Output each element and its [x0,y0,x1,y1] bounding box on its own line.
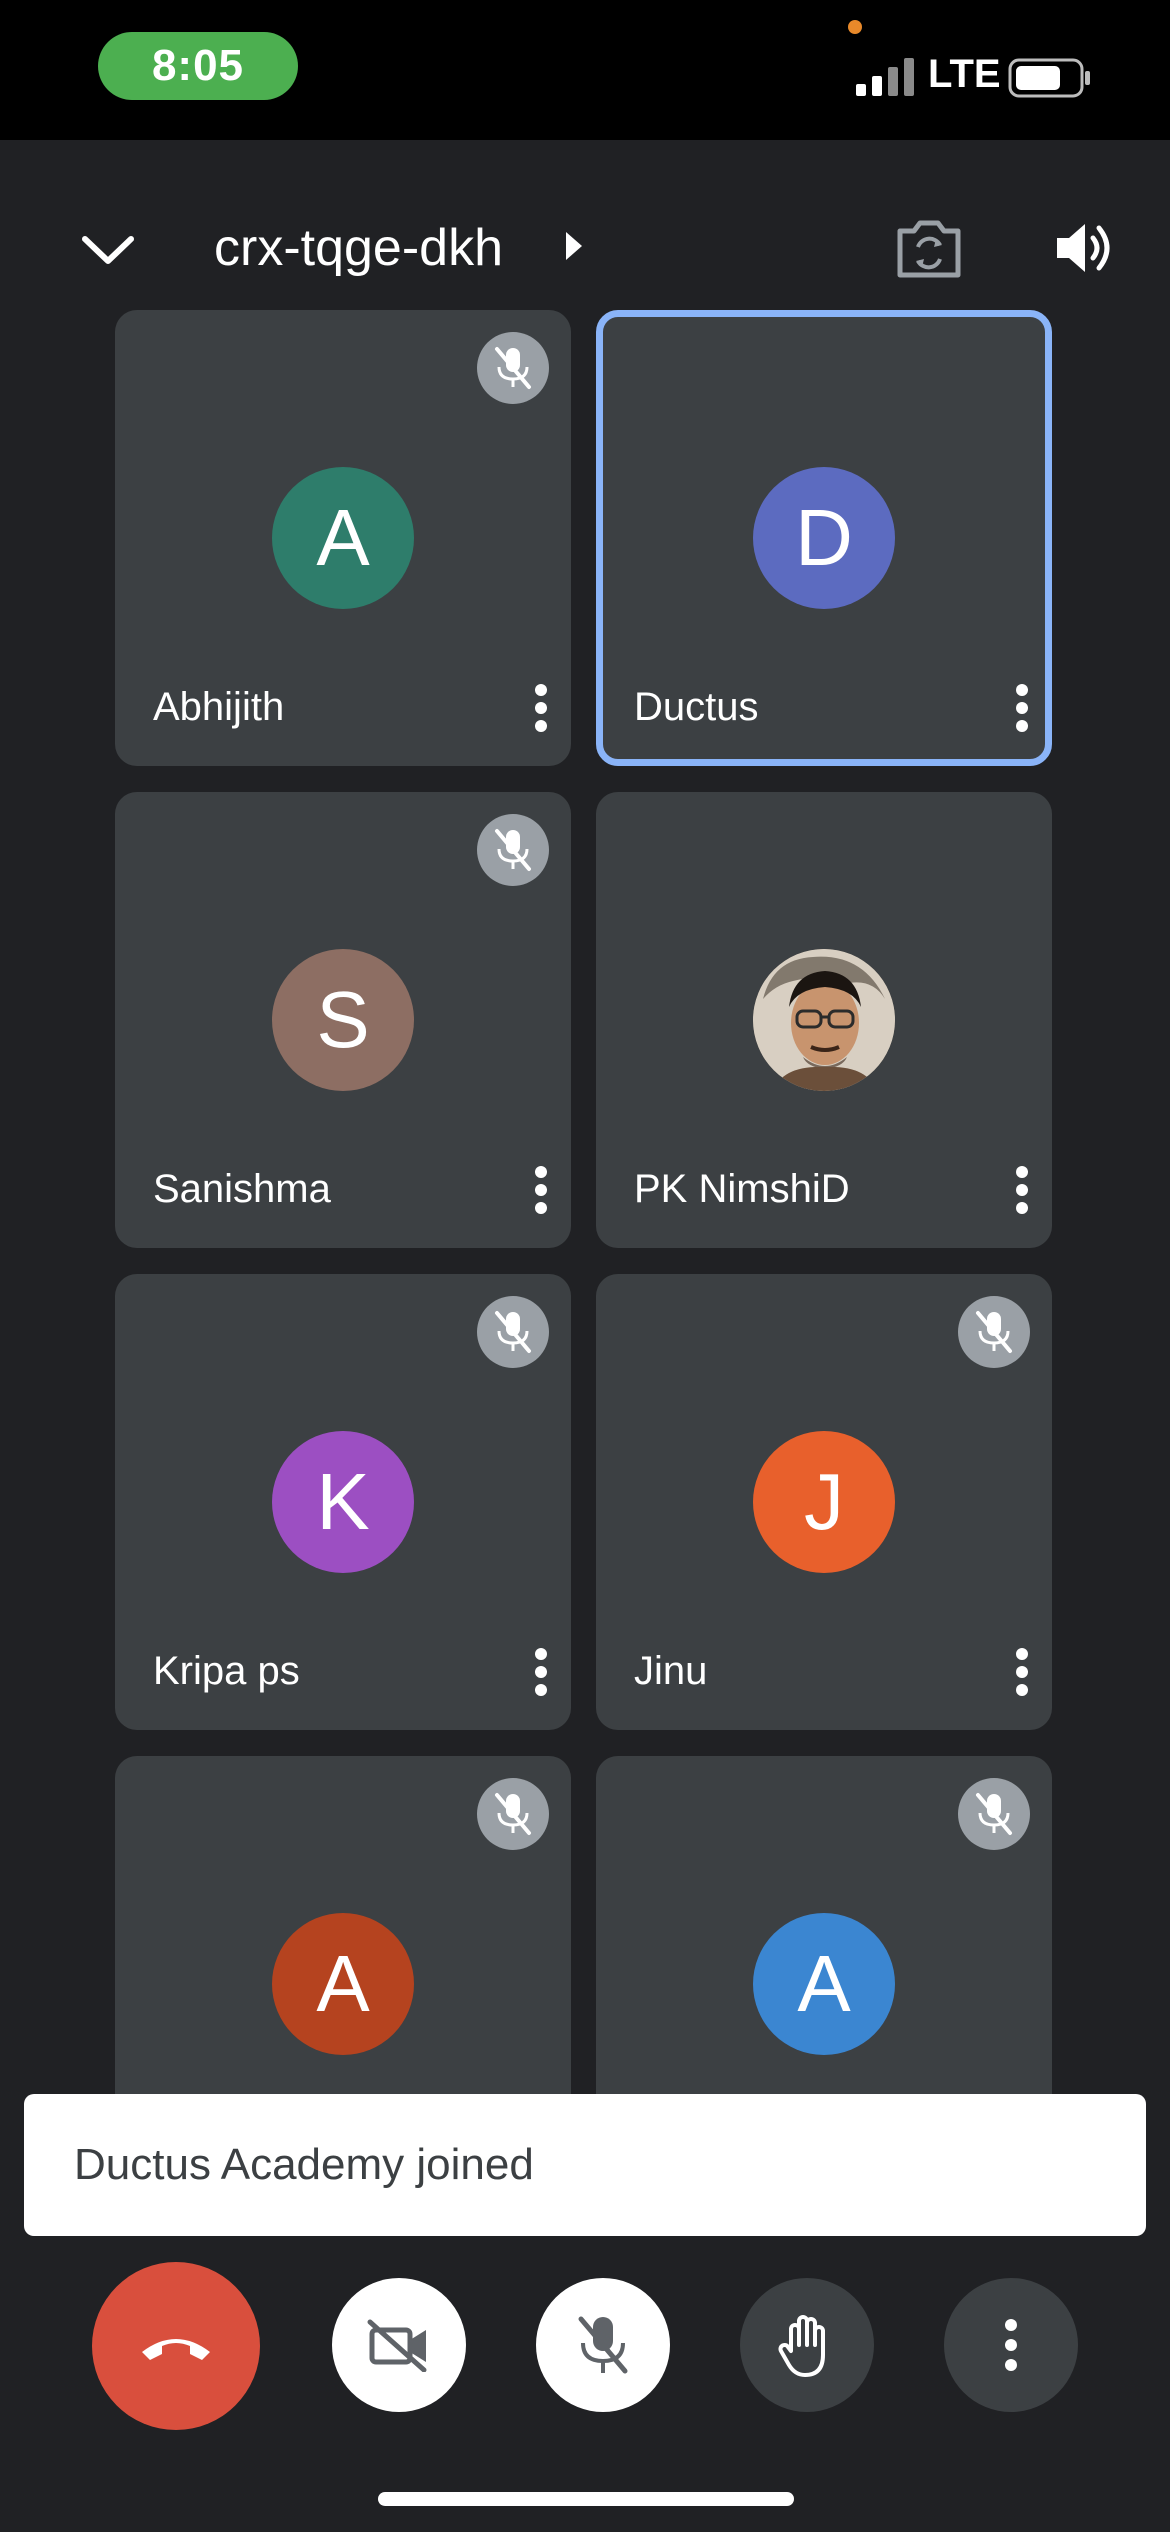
meeting-top-bar [0,140,1170,300]
chevron-down-icon [82,236,134,264]
muted-badge [958,1296,1030,1368]
participant-menu-button[interactable] [1012,680,1032,736]
participant-name: PK NimshiD [634,1167,850,1211]
join-notification-toast: Ductus Academy joined [24,2094,1146,2236]
network-type: LTE [928,52,1001,96]
camera-in-use-indicator [848,20,862,34]
caret-right-icon[interactable] [562,226,586,266]
more-vert-icon [1016,1166,1028,1214]
participant-avatar: A [272,467,414,609]
participant-menu-button[interactable] [531,1644,551,1700]
participant-avatar: S [272,949,414,1091]
participant-avatar: A [272,1913,414,2055]
more-vert-icon [1016,684,1028,732]
participant-menu-button[interactable] [531,1162,551,1218]
participant-tile[interactable]: J Jinu [596,1274,1052,1730]
more-options-icon [1005,2319,1017,2371]
participant-tile[interactable]: S Sanishma [115,792,571,1248]
profile-photo [753,949,895,1091]
status-bar: 8:05 LTE [0,0,1170,140]
participant-menu-button[interactable] [1012,1162,1032,1218]
microphone-toggle-button[interactable] [536,2278,670,2412]
more-vert-icon [535,1166,547,1214]
mic-off-icon [976,1311,1012,1353]
mic-off-icon [495,347,531,389]
mic-off-icon [495,1793,531,1835]
participant-menu-button[interactable] [1012,1644,1032,1700]
muted-badge [958,1778,1030,1850]
camera-toggle-button[interactable] [332,2278,466,2412]
cellular-signal-icon [856,58,914,96]
switch-camera-icon [897,220,961,278]
participant-tile[interactable]: A Abhijith [115,310,571,766]
participant-tile[interactable]: PK NimshiD [596,792,1052,1248]
participant-avatar [753,949,895,1091]
muted-badge [477,1778,549,1850]
participant-name: Jinu [634,1649,708,1693]
muted-badge [477,332,549,404]
participant-tile[interactable]: D Ductus [596,310,1052,766]
meeting-code[interactable]: crx-tqge-dkh [214,218,503,278]
participant-avatar: D [753,467,895,609]
participant-name: Sanishma [153,1167,331,1211]
speaker-icon [1057,224,1110,272]
audio-output-button[interactable] [1046,208,1126,288]
end-call-button[interactable] [92,2262,260,2430]
participant-avatar: K [272,1431,414,1573]
participant-avatar: J [753,1431,895,1573]
raise-hand-icon [778,2315,825,2377]
participant-avatar: A [753,1913,895,2055]
more-options-button[interactable] [944,2278,1078,2412]
more-vert-icon [535,1648,547,1696]
toast-message: Ductus Academy joined [74,2140,534,2189]
participant-menu-button[interactable] [531,680,551,736]
end-call-icon [142,2339,210,2360]
collapse-button[interactable] [70,212,146,288]
battery-icon [1008,58,1090,98]
muted-badge [477,1296,549,1368]
participant-name: Abhijith [153,685,285,729]
participant-name: Kripa ps [153,1649,300,1693]
mic-off-icon [976,1793,1012,1835]
mic-off-icon [495,829,531,871]
mic-off-icon [495,1311,531,1353]
status-time: 8:05 [98,32,298,100]
mic-off-icon [578,2316,628,2374]
more-vert-icon [535,684,547,732]
more-vert-icon [1016,1648,1028,1696]
muted-badge [477,814,549,886]
home-indicator [378,2492,794,2506]
participant-name: Ductus [634,685,759,729]
camera-off-icon [367,2319,427,2372]
switch-camera-button[interactable] [886,208,972,288]
raise-hand-button[interactable] [740,2278,874,2412]
participant-tile[interactable]: K Kripa ps [115,1274,571,1730]
